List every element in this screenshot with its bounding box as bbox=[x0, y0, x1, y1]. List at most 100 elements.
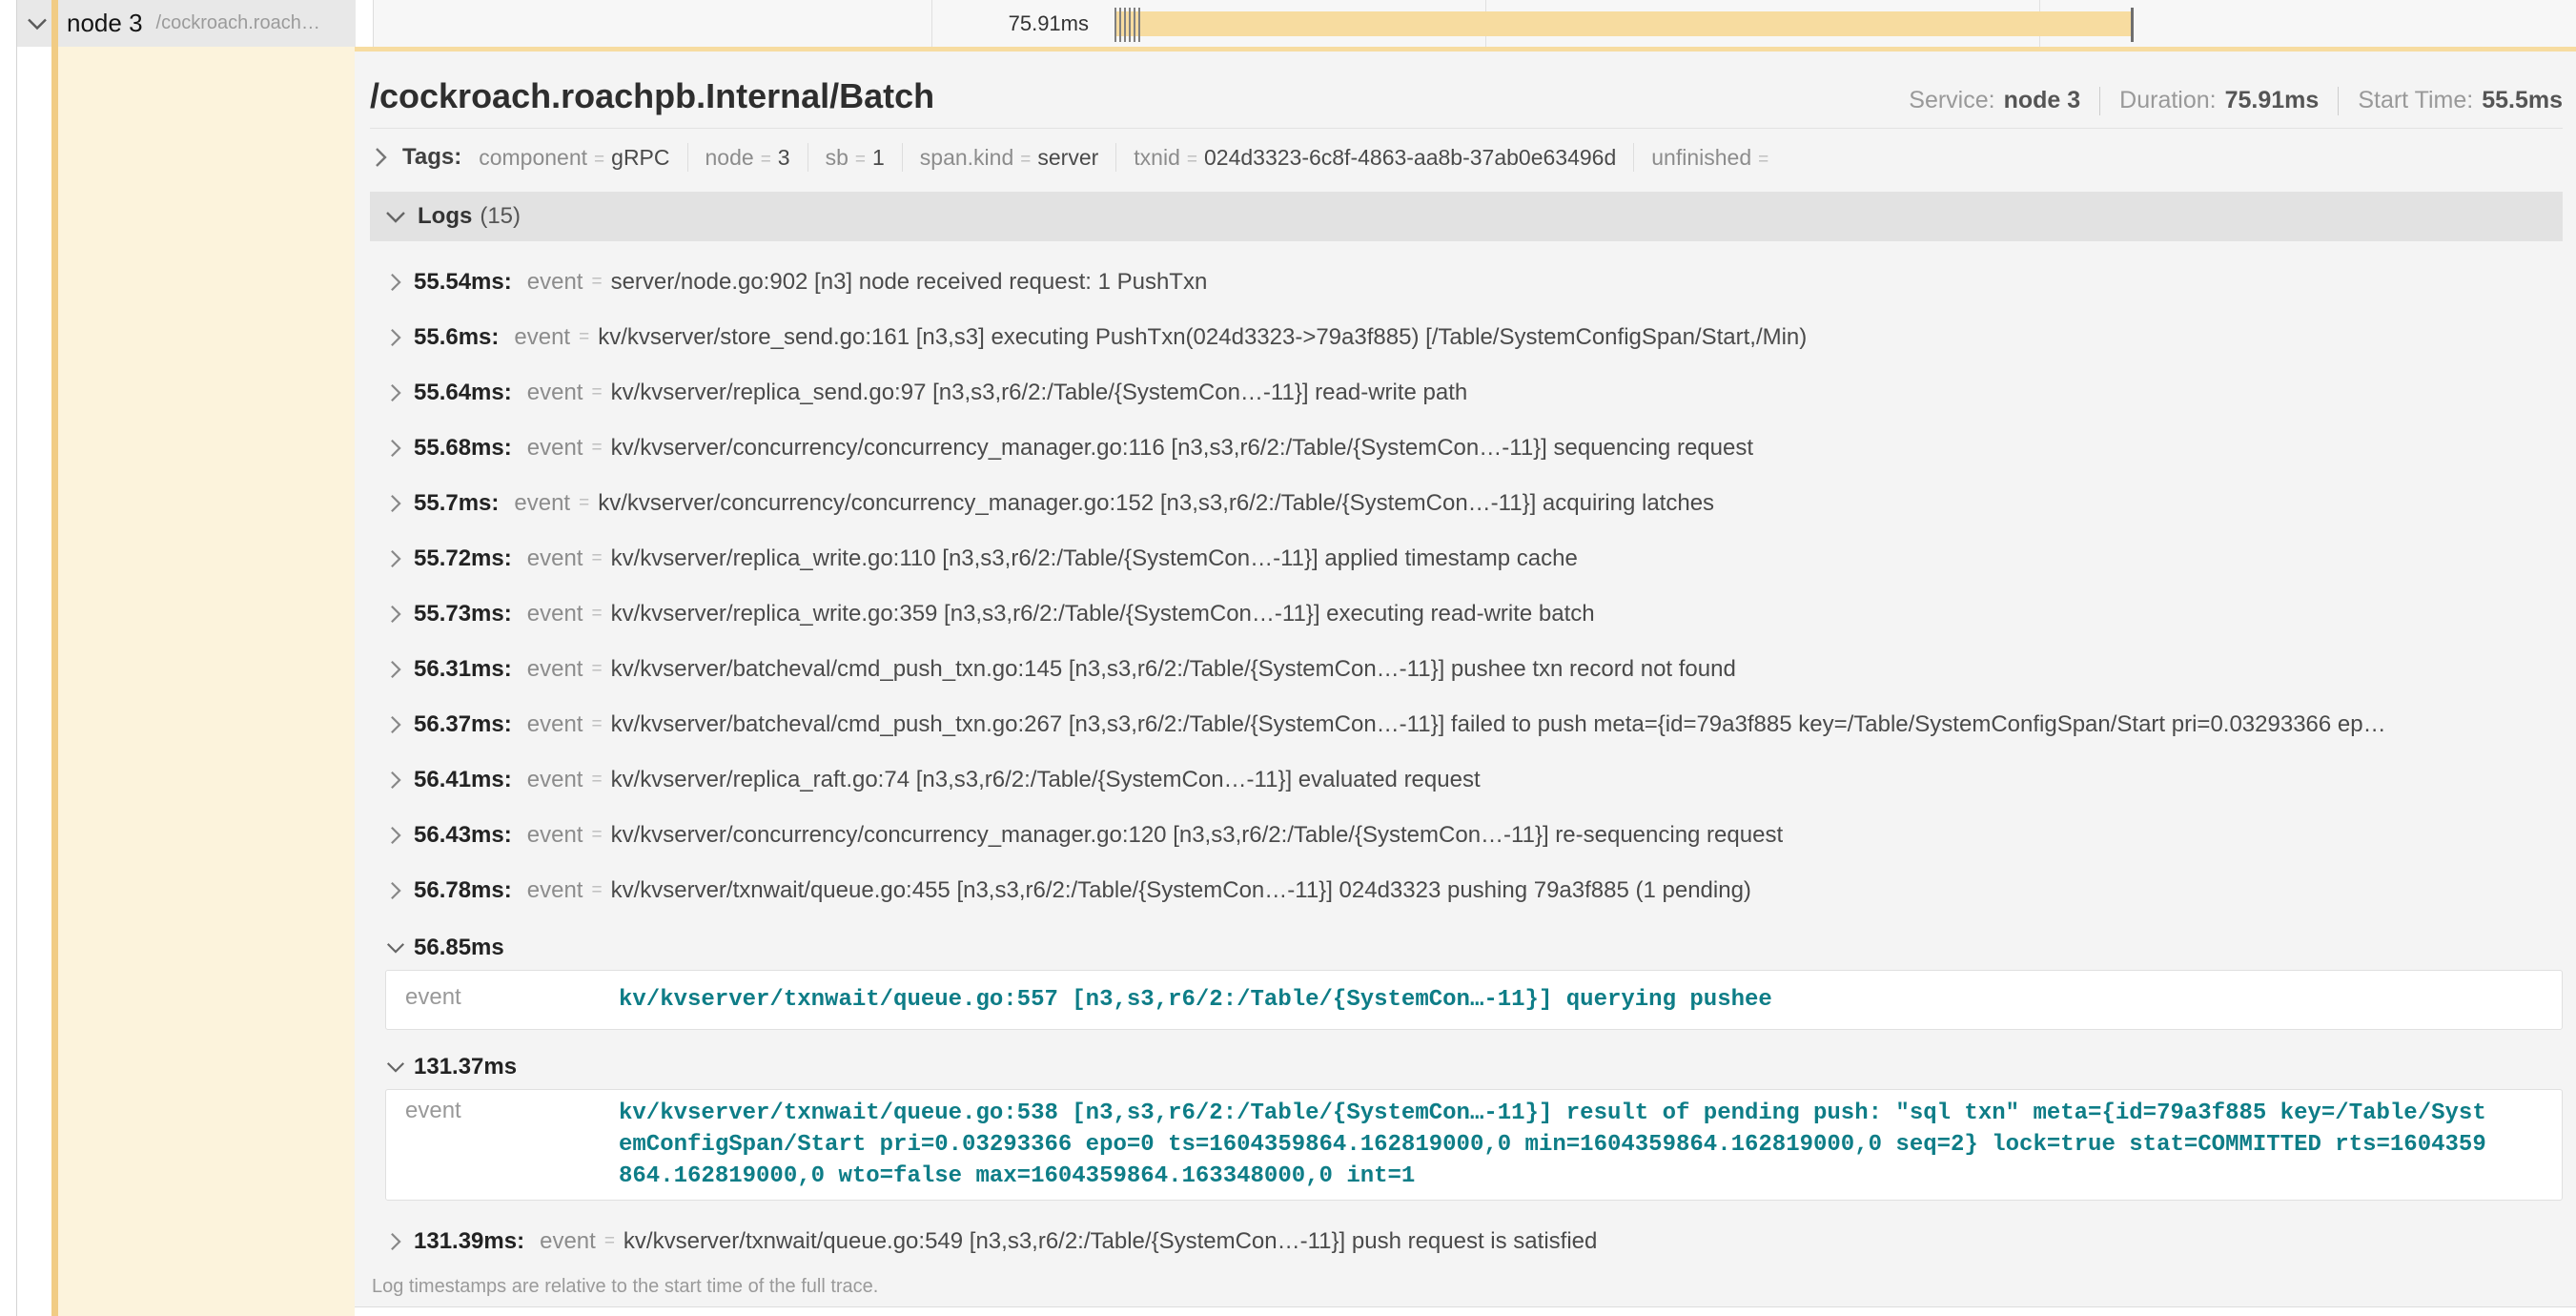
chevron-right-icon[interactable] bbox=[385, 880, 406, 901]
equals-sign: = bbox=[1187, 150, 1197, 171]
equals-sign: = bbox=[761, 150, 771, 171]
chevron-right-icon[interactable] bbox=[385, 327, 406, 348]
logs-title[interactable]: Logs bbox=[418, 203, 472, 230]
tag-value: 024d3323-6c8f-4863-aa8b-37ab0e63496d bbox=[1204, 145, 1616, 171]
tag-item: txnid = 024d3323-6c8f-4863-aa8b-37ab0e63… bbox=[1116, 145, 1633, 171]
log-field-key: event bbox=[527, 656, 583, 683]
log-timestamp: 56.43ms: bbox=[414, 822, 512, 849]
equals-sign: = bbox=[591, 770, 602, 791]
duration-value: 75.91ms bbox=[2225, 87, 2320, 114]
equals-sign: = bbox=[855, 150, 866, 171]
tags-label[interactable]: Tags: bbox=[402, 144, 461, 171]
log-row[interactable]: 56.43ms: event = kv/kvserver/concurrency… bbox=[370, 808, 2563, 863]
tag-key: sb bbox=[826, 145, 848, 171]
chevron-right-icon[interactable] bbox=[385, 493, 406, 514]
tag-key: span.kind bbox=[920, 145, 1013, 171]
log-field-key: event bbox=[540, 1228, 596, 1255]
log-tick bbox=[1124, 8, 1126, 42]
duration-label: Duration: bbox=[2119, 87, 2216, 114]
log-row[interactable]: 56.41ms: event = kv/kvserver/replica_raf… bbox=[370, 752, 2563, 808]
logs-count: (15) bbox=[480, 203, 521, 230]
log-row[interactable]: 131.39ms: event = kv/kvserver/txnwait/qu… bbox=[370, 1214, 2563, 1269]
span-name-cell[interactable]: node 3 /cockroach.roach… bbox=[17, 0, 356, 47]
chevron-right-icon[interactable] bbox=[385, 770, 406, 791]
equals-sign: = bbox=[604, 1231, 615, 1252]
start-time-label: Start Time: bbox=[2358, 87, 2473, 114]
log-field-value: kv/kvserver/replica_raft.go:74 [n3,s3,r6… bbox=[611, 767, 1481, 793]
log-field-value: kv/kvserver/txnwait/queue.go:538 [n3,s3,… bbox=[619, 1098, 2492, 1192]
tag-key: unfinished bbox=[1651, 145, 1751, 171]
log-timestamp: 55.64ms: bbox=[414, 380, 512, 406]
log-row[interactable]: 55.7ms: event = kv/kvserver/concurrency/… bbox=[370, 476, 2563, 531]
log-row-expanded-header[interactable]: 56.85ms bbox=[370, 926, 2563, 970]
span-bar-row: node 3 /cockroach.roach… 75.91ms bbox=[17, 0, 2576, 47]
span-meta: Service: node 3 Duration: 75.91ms Start … bbox=[1909, 87, 2563, 115]
log-row[interactable]: 55.68ms: event = kv/kvserver/concurrency… bbox=[370, 421, 2563, 476]
service-value: node 3 bbox=[2004, 87, 2081, 114]
tags-section-header[interactable]: Tags: component = gRPC node = 3 sb = 1 s… bbox=[370, 129, 2563, 186]
span-detail-panel: /cockroach.roachpb.Internal/Batch Servic… bbox=[355, 51, 2576, 1316]
span-operation-name[interactable]: /cockroach.roach… bbox=[156, 12, 320, 34]
equals-sign: = bbox=[591, 272, 602, 293]
chevron-down-icon[interactable] bbox=[385, 1060, 406, 1074]
log-field-key: event bbox=[514, 324, 570, 351]
chevron-right-icon[interactable] bbox=[385, 659, 406, 680]
service-label: Service: bbox=[1909, 87, 1994, 114]
log-field-key: event bbox=[514, 490, 570, 517]
logs-section-header[interactable]: Logs (15) bbox=[370, 192, 2563, 241]
chevron-down-icon[interactable] bbox=[385, 941, 406, 955]
chevron-right-icon[interactable] bbox=[385, 825, 406, 846]
chevron-right-icon[interactable] bbox=[385, 1231, 406, 1252]
log-field-value: kv/kvserver/concurrency/concurrency_mana… bbox=[611, 822, 1784, 849]
chevron-right-icon[interactable] bbox=[385, 604, 406, 625]
log-row[interactable]: 55.73ms: event = kv/kvserver/replica_wri… bbox=[370, 586, 2563, 642]
span-duration-bar[interactable] bbox=[1115, 11, 2132, 36]
span-duration-label: 75.91ms bbox=[1009, 11, 1089, 36]
equals-sign: = bbox=[591, 604, 602, 625]
log-timestamp: 56.41ms: bbox=[414, 767, 512, 793]
log-field-value: kv/kvserver/batcheval/cmd_push_txn.go:14… bbox=[611, 656, 1736, 683]
chevron-right-icon[interactable] bbox=[385, 438, 406, 459]
tag-item: node = 3 bbox=[688, 145, 808, 171]
log-field-value: kv/kvserver/concurrency/concurrency_mana… bbox=[611, 435, 1753, 462]
log-row-expanded-header[interactable]: 131.37ms bbox=[370, 1045, 2563, 1089]
log-tick bbox=[1134, 8, 1135, 42]
log-row[interactable]: 56.78ms: event = kv/kvserver/txnwait/que… bbox=[370, 863, 2563, 918]
log-timestamp: 56.31ms: bbox=[414, 656, 512, 683]
log-field-value: kv/kvserver/replica_write.go:110 [n3,s3,… bbox=[611, 545, 1578, 572]
tag-item: unfinished = bbox=[1634, 145, 1792, 171]
page-title: /cockroach.roachpb.Internal/Batch bbox=[370, 76, 934, 116]
log-timestamp: 55.7ms: bbox=[414, 490, 499, 517]
log-tick bbox=[1119, 8, 1121, 42]
logs-list: 55.54ms: event = server/node.go:902 [n3]… bbox=[370, 255, 2563, 1300]
log-row[interactable]: 55.72ms: event = kv/kvserver/replica_wri… bbox=[370, 531, 2563, 586]
tag-item: sb = 1 bbox=[808, 145, 902, 171]
log-timestamp: 131.37ms bbox=[414, 1054, 517, 1080]
tag-key: node bbox=[705, 145, 754, 171]
log-detail-card: event kv/kvserver/txnwait/queue.go:557 [… bbox=[385, 970, 2563, 1030]
chevron-right-icon[interactable] bbox=[385, 382, 406, 403]
equals-sign: = bbox=[1758, 150, 1768, 171]
left-gutter-divider bbox=[16, 0, 17, 1316]
log-row[interactable]: 56.31ms: event = kv/kvserver/batcheval/c… bbox=[370, 642, 2563, 697]
start-time-value: 55.5ms bbox=[2482, 87, 2563, 114]
chevron-right-icon[interactable] bbox=[385, 714, 406, 735]
log-field-key: event bbox=[386, 1098, 619, 1192]
equals-sign: = bbox=[591, 548, 602, 569]
chevron-right-icon[interactable] bbox=[385, 272, 406, 293]
chevron-right-icon[interactable] bbox=[370, 146, 391, 169]
tag-item: span.kind = server bbox=[903, 145, 1115, 171]
chevron-down-icon[interactable] bbox=[383, 210, 408, 224]
equals-sign: = bbox=[579, 493, 589, 514]
log-timestamp: 56.78ms: bbox=[414, 877, 512, 904]
chevron-right-icon[interactable] bbox=[385, 548, 406, 569]
log-row[interactable]: 55.54ms: event = server/node.go:902 [n3]… bbox=[370, 255, 2563, 310]
span-service-name[interactable]: node 3 bbox=[67, 9, 143, 38]
equals-sign: = bbox=[1020, 150, 1031, 171]
log-timestamp: 56.37ms: bbox=[414, 711, 512, 738]
chevron-down-icon[interactable] bbox=[25, 16, 50, 31]
log-row[interactable]: 56.37ms: event = kv/kvserver/batcheval/c… bbox=[370, 697, 2563, 752]
log-row[interactable]: 55.64ms: event = kv/kvserver/replica_sen… bbox=[370, 365, 2563, 421]
log-row[interactable]: 55.6ms: event = kv/kvserver/store_send.g… bbox=[370, 310, 2563, 365]
tag-key: txnid bbox=[1134, 145, 1180, 171]
